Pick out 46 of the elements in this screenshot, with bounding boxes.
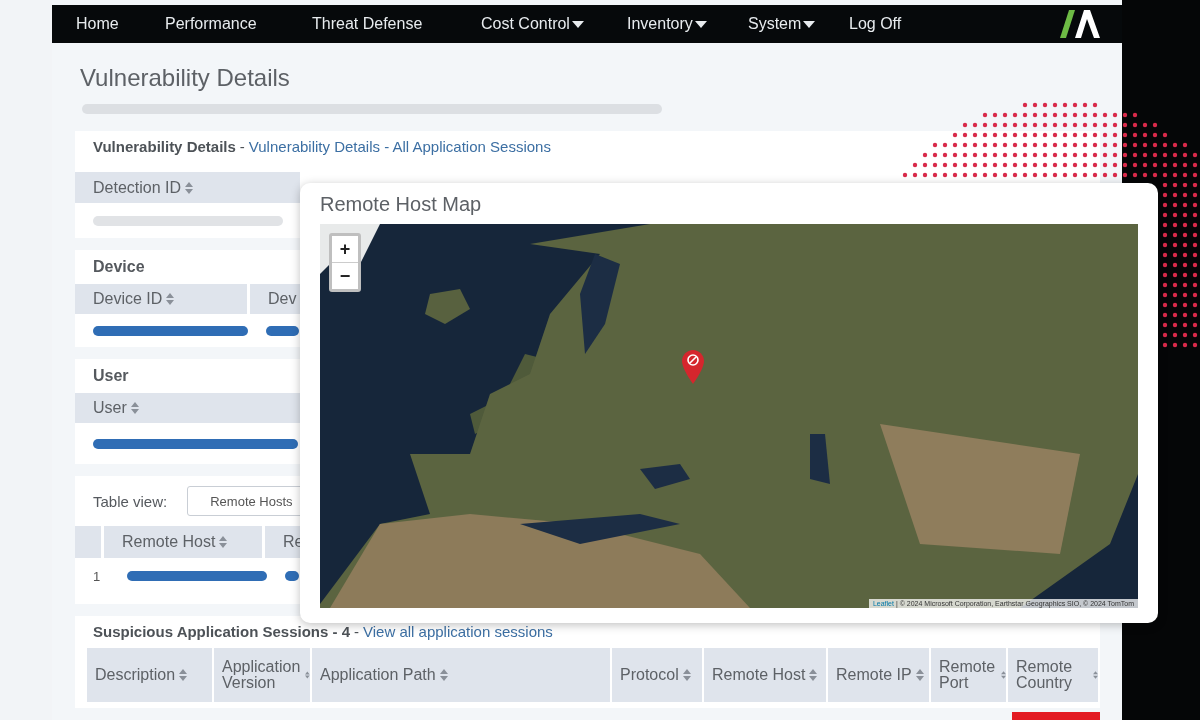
separator-text: -: [354, 623, 359, 641]
column-header[interactable]: Application Version: [214, 647, 310, 702]
nav-link[interactable]: Threat Defense: [312, 15, 481, 34]
sort-icon[interactable]: [682, 668, 691, 681]
column-header[interactable]: Remote Country: [1008, 647, 1098, 702]
nav-link[interactable]: Home: [76, 15, 165, 34]
separator-text: -: [239, 138, 245, 156]
sort-icon[interactable]: [130, 402, 139, 415]
column-header[interactable]: Remote Host: [704, 647, 826, 702]
view-all-link[interactable]: View all application sessions: [363, 623, 553, 641]
sort-icon[interactable]: [915, 668, 924, 681]
nav-link[interactable]: System: [748, 15, 849, 34]
nav-link[interactable]: Inventory: [627, 15, 748, 34]
column-header: [75, 526, 101, 559]
redacted-bar: [285, 571, 299, 582]
row-number: 1: [93, 568, 102, 584]
sort-icon[interactable]: [179, 668, 188, 681]
sort-icon[interactable]: [439, 668, 448, 681]
column-header[interactable]: Remote Host: [104, 526, 262, 559]
sort-icon[interactable]: [1000, 668, 1006, 681]
section-title: User: [93, 367, 129, 386]
nav-link[interactable]: Log Off: [849, 15, 929, 34]
sort-icon[interactable]: [166, 292, 175, 305]
column-header[interactable]: Remote IP: [828, 647, 929, 702]
sort-icon[interactable]: [809, 668, 818, 681]
column-header[interactable]: Application Path: [312, 647, 610, 702]
section-title: Device: [93, 258, 145, 277]
column-header[interactable]: Remote Port: [931, 647, 1006, 702]
sort-icon[interactable]: [1093, 668, 1098, 681]
page-title: Vulnerability Details: [80, 64, 291, 93]
sort-icon[interactable]: [185, 181, 194, 194]
nav-link[interactable]: Performance: [165, 15, 312, 34]
redacted-bar: [266, 325, 299, 336]
column-header[interactable]: Detection ID: [75, 172, 300, 204]
logo-icon: [1060, 10, 1100, 39]
panel-heading: Vulnerability Details: [93, 138, 236, 156]
nav-link[interactable]: Cost Control: [481, 15, 627, 34]
column-header[interactable]: Device ID: [75, 283, 247, 314]
dialog-title: Remote Host Map: [320, 193, 483, 216]
breadcrumb-link[interactable]: Vulnerability Details - All Application Sessions: [248, 138, 551, 156]
map-pin-icon: [682, 350, 704, 384]
column-header[interactable]: Description: [87, 647, 212, 702]
table-view-label: Table view:: [93, 492, 168, 510]
column-header[interactable]: Protocol: [612, 647, 702, 702]
sort-icon[interactable]: [219, 536, 228, 549]
panel-heading: Suspicious Application Sessions - 4: [93, 623, 350, 641]
